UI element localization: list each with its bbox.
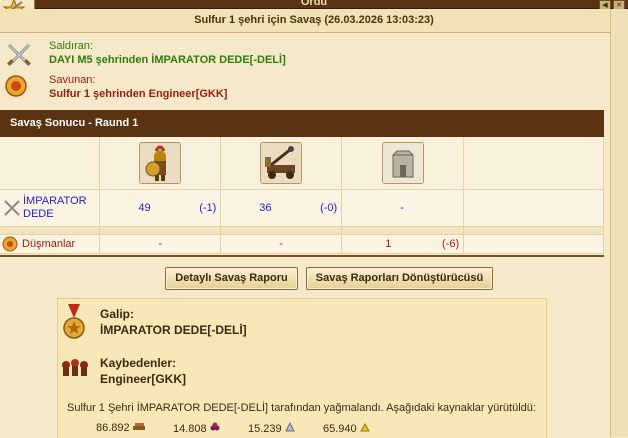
enemy-unit-cell: - [99, 234, 222, 254]
resource-amount: 14.808 [173, 423, 207, 435]
unit-icons-row [0, 137, 604, 190]
window-title: Ordu [300, 0, 328, 8]
resource-amount: 86.892 [96, 422, 130, 434]
enemy-row: Düşmanlar - - 1 (-6) [0, 234, 604, 254]
loot-wine: 14.808 [173, 422, 220, 435]
own-unit-cell: 36 (-0) [220, 189, 343, 227]
marble-icon [284, 421, 295, 432]
medal-icon [63, 304, 85, 339]
row-separator [0, 226, 604, 235]
detailed-report-button[interactable]: Detaylı Savaş Raporu [165, 267, 298, 290]
resource-amount: 65.940 [323, 423, 357, 435]
unit-cell [99, 137, 222, 190]
unit-loss: (-0) [320, 202, 338, 214]
scrollbar[interactable] [610, 9, 628, 437]
empty-cell [463, 234, 604, 254]
empty-cell [0, 137, 101, 190]
hoplite-icon[interactable] [139, 142, 182, 184]
winner-value: İMPARATOR DEDE[-DELİ] [100, 323, 247, 337]
loot-marble: 15.239 [248, 421, 295, 435]
loot-sulfur: 65.940 [323, 422, 370, 435]
own-unit-cell: 49 (-1) [99, 189, 222, 227]
enemy-unit-cell: - [220, 234, 343, 254]
empty-cell [463, 189, 604, 227]
wood-icon [132, 423, 145, 430]
unit-count: 36 [259, 202, 272, 214]
unit-cell [220, 137, 343, 190]
report-converter-button[interactable]: Savaş Raporları Dönüştürücüsü [306, 267, 493, 290]
unit-count: - [400, 202, 404, 214]
shield-icon [5, 75, 27, 97]
loser-label: Kaybedenler: [100, 356, 177, 370]
loot-text: Sulfur 1 Şehri İMPARATOR DEDE[-DELİ] tar… [67, 402, 536, 414]
own-forces-name-cell: İMPARATOR DEDE [0, 189, 101, 227]
own-forces-name[interactable]: İMPARATOR DEDE [23, 195, 95, 221]
crossed-swords-icon [4, 200, 20, 216]
unit-count: 1 [385, 238, 392, 250]
enemy-name-cell: Düşmanlar [0, 234, 101, 254]
unit-loss: (-1) [199, 202, 217, 214]
wine-icon [210, 422, 220, 431]
round-header: Savaş Sonucu - Raund 1 [0, 110, 604, 137]
enemy-name: Düşmanlar [22, 238, 76, 250]
loot-wood: 86.892 [96, 422, 145, 434]
battle-summary: Galip: İMPARATOR DEDE[-DELİ] Kaybedenler… [57, 298, 547, 438]
wall-icon[interactable] [381, 142, 424, 184]
unit-count: - [279, 238, 283, 250]
battle-result-table: İMPARATOR DEDE 49 (-1) 36 (-0) - Düşmanl… [0, 137, 604, 254]
enemy-unit-cell: 1 (-6) [341, 234, 465, 254]
resource-amount: 15.239 [248, 423, 282, 435]
divider [0, 255, 604, 257]
unit-count: - [158, 238, 163, 250]
defender-label: Savunan: [49, 74, 96, 86]
loser-value: Engineer[GKK] [100, 372, 187, 386]
unit-count: 49 [138, 202, 151, 214]
own-forces-row: İMPARATOR DEDE 49 (-1) 36 (-0) - [0, 189, 604, 227]
catapult-icon[interactable] [260, 142, 303, 184]
defeated-soldiers-icon [62, 359, 88, 376]
empty-cell [463, 137, 604, 190]
winner-label: Galip: [100, 307, 135, 321]
shield-icon [2, 236, 18, 252]
window-titlebar: Ordu [0, 0, 628, 9]
own-unit-cell: - [341, 189, 465, 227]
report-title: Sulfur 1 şehri için Savaş (26.03.2026 13… [0, 9, 628, 33]
unit-cell [341, 137, 465, 190]
defender-value: Sulfur 1 şehrinden Engineer[GKK] [49, 88, 228, 100]
attacker-value: DAYI M5 şehrinden İMPARATOR DEDE[-DELİ] [49, 54, 286, 66]
crossed-swords-icon [7, 43, 31, 67]
sulfur-icon [359, 422, 370, 432]
attacker-label: Saldıran: [49, 40, 94, 52]
unit-loss: (-6) [442, 238, 460, 250]
